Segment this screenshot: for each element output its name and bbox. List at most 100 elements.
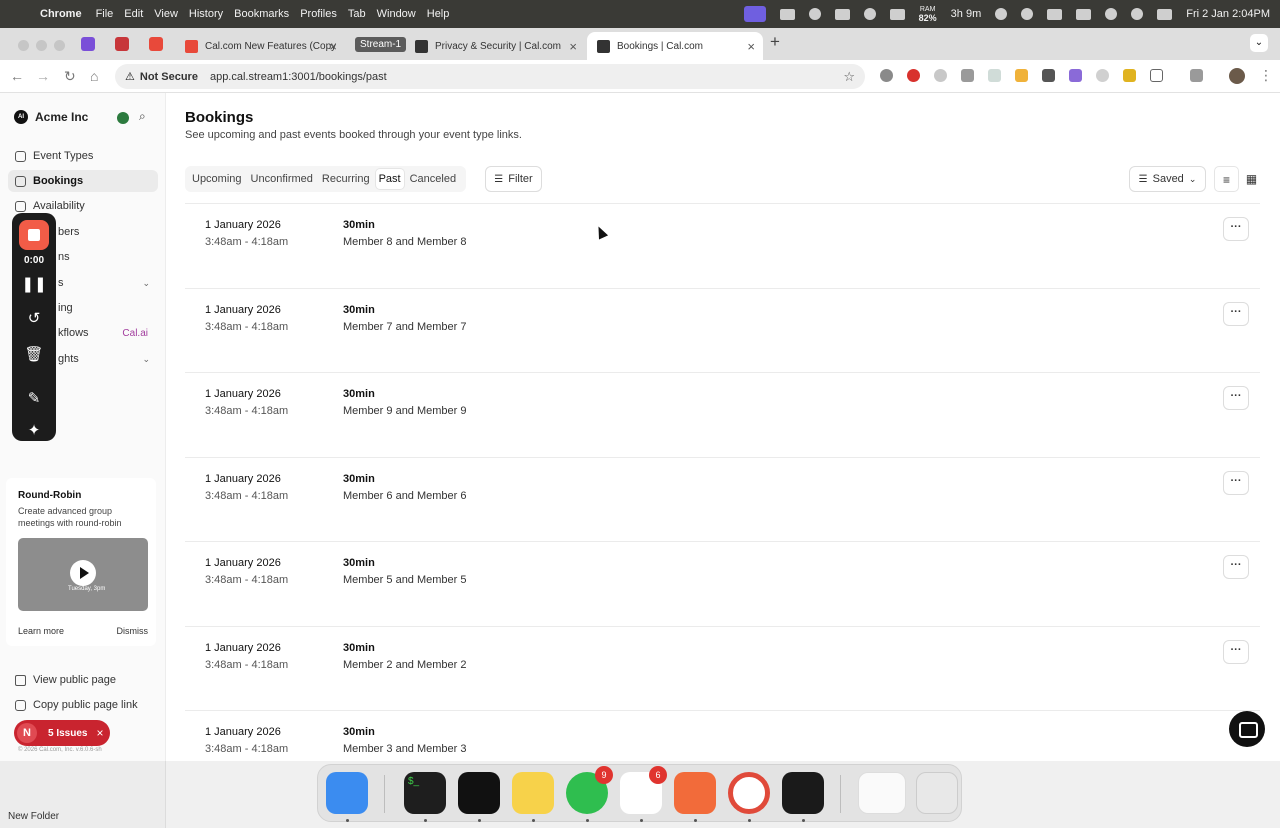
more-options-button[interactable]: ··· <box>1223 555 1249 579</box>
cursor-app-icon[interactable] <box>458 772 500 814</box>
restart-icon[interactable]: ↺ <box>12 309 56 327</box>
menu-bookmarks[interactable]: Bookmarks <box>234 8 300 20</box>
cloud-icon[interactable] <box>889 8 905 20</box>
booking-row[interactable]: 1 January 2026 3:48am - 4:18am 30min Mem… <box>185 203 1260 288</box>
extension-icon[interactable] <box>1069 69 1082 82</box>
effects-icon[interactable]: ✦ <box>12 421 56 439</box>
pinned-tab-3[interactable] <box>149 37 163 51</box>
menu-profiles[interactable]: Profiles <box>300 8 348 20</box>
sidebar-item-event-types[interactable]: Event Types <box>8 145 158 167</box>
support-chat-button[interactable] <box>1229 711 1265 747</box>
url-text[interactable]: app.cal.stream1:3001/bookings/past <box>210 71 387 83</box>
extension-icon[interactable] <box>1096 69 1109 82</box>
profile-avatar[interactable] <box>1229 68 1245 84</box>
wifi-icon[interactable] <box>1105 8 1118 20</box>
menu-view[interactable]: View <box>154 8 189 20</box>
promo-video-thumbnail[interactable]: Tuesday, 3pm <box>18 538 148 611</box>
tab-past[interactable]: Past <box>375 169 404 189</box>
search-icon[interactable]: ⌕ <box>139 109 146 124</box>
dismiss-button[interactable]: Dismiss <box>117 626 149 636</box>
extension-icon[interactable] <box>988 69 1001 82</box>
bookmark-star-icon[interactable]: ☆ <box>843 69 855 85</box>
filter-button[interactable]: ☰ Filter <box>485 166 542 192</box>
tab-recurring[interactable]: Recurring <box>319 169 373 189</box>
media-icon[interactable] <box>1190 69 1203 82</box>
home-icon[interactable]: ⌂ <box>90 68 98 84</box>
terminal-icon[interactable]: $_ <box>404 772 446 814</box>
menu-clock[interactable]: Fri 2 Jan 2:04PM <box>1186 8 1270 20</box>
view-public-page-link[interactable]: View public page <box>8 669 158 691</box>
trash-icon[interactable]: 🗑 <box>12 345 56 363</box>
new-tab-button[interactable]: + <box>770 32 780 52</box>
tab-canceled[interactable]: Canceled <box>407 169 459 189</box>
extension-icon[interactable] <box>934 69 947 82</box>
screen-share-icon[interactable] <box>743 6 766 22</box>
minimize-window-button[interactable] <box>36 40 47 51</box>
vector-icon[interactable] <box>995 8 1008 20</box>
chrome-menu-icon[interactable]: ⋮ <box>1259 67 1273 84</box>
tab-unconfirmed[interactable]: Unconfirmed <box>248 169 316 189</box>
menu-tab[interactable]: Tab <box>348 8 377 20</box>
reload-icon[interactable]: ↻ <box>64 68 76 85</box>
close-icon[interactable]: × <box>96 726 103 740</box>
issues-badge[interactable]: N 5 Issues × <box>14 720 110 746</box>
back-icon[interactable]: ← <box>10 68 24 84</box>
ram-indicator[interactable]: RAM 82% <box>919 6 937 23</box>
battery-icon[interactable] <box>1076 8 1092 20</box>
saved-filters-button[interactable]: ☰ Saved ⌄ <box>1129 166 1206 192</box>
notes-icon[interactable] <box>512 772 554 814</box>
trash-icon[interactable] <box>916 772 958 814</box>
forward-icon[interactable]: → <box>36 68 50 84</box>
pinned-tab-2[interactable] <box>115 37 129 51</box>
org-switcher[interactable]: AI Acme Inc <box>14 110 88 124</box>
camera-icon[interactable] <box>834 8 850 20</box>
play-status-icon[interactable] <box>1021 8 1034 20</box>
extension-icon[interactable] <box>961 69 974 82</box>
pen-icon[interactable]: ✎ <box>12 389 56 407</box>
more-options-button[interactable]: ··· <box>1223 301 1249 326</box>
new-folder-item[interactable]: New Folder <box>8 811 59 822</box>
menu-window[interactable]: Window <box>377 8 427 20</box>
extension-icon[interactable] <box>1042 69 1055 82</box>
whatsapp-icon[interactable]: 9 <box>566 766 613 814</box>
address-bar[interactable]: ⚠ Not Secure app.cal.stream1:3001/bookin… <box>115 64 865 89</box>
spotlight-icon[interactable] <box>1131 8 1144 20</box>
booking-row[interactable]: 1 January 2026 3:48am - 4:18am 30min Mem… <box>185 456 1260 542</box>
more-options-button[interactable]: ··· <box>1223 639 1249 664</box>
extension-icon[interactable] <box>1123 69 1136 82</box>
menu-history[interactable]: History <box>189 8 234 20</box>
control-center-icon[interactable] <box>1157 8 1173 20</box>
menu-app-name[interactable]: Chrome <box>40 8 96 20</box>
close-tab-icon[interactable]: × <box>569 39 577 54</box>
tab-group-stream[interactable]: Stream-1 <box>355 37 407 52</box>
tab-cal-new-features[interactable]: Cal.com New Features (Copy × <box>175 32 345 60</box>
tab-search-button[interactable]: ⌄ <box>1250 34 1268 52</box>
pinned-tab-1[interactable] <box>81 37 95 51</box>
menu-file[interactable]: File <box>96 8 125 20</box>
close-tab-icon[interactable]: × <box>329 39 337 54</box>
grid-status-icon[interactable] <box>779 8 795 20</box>
security-label[interactable]: Not Secure <box>140 71 198 83</box>
more-options-button[interactable]: ··· <box>1223 217 1249 241</box>
battery-time[interactable]: 3h 9m <box>951 8 982 20</box>
tab-privacy-security[interactable]: Privacy & Security | Cal.com × <box>405 32 585 60</box>
postman-icon[interactable] <box>674 772 716 814</box>
slack-icon[interactable]: 6 <box>620 766 667 814</box>
vpn-icon[interactable] <box>808 8 821 20</box>
booking-row[interactable]: 1 January 2026 3:48am - 4:18am 30min Mem… <box>185 372 1260 457</box>
close-window-button[interactable] <box>18 40 29 51</box>
menu-help[interactable]: Help <box>427 8 461 20</box>
warning-icon[interactable]: ⚠ <box>125 70 135 83</box>
keyboard-icon[interactable] <box>1047 8 1063 20</box>
sidebar-item-bookings[interactable]: Bookings <box>8 170 158 192</box>
booking-row[interactable]: 1 January 2026 3:48am - 4:18am 30min Mem… <box>185 287 1260 373</box>
chrome-icon[interactable] <box>728 772 770 814</box>
menu-edit[interactable]: Edit <box>124 8 154 20</box>
extensions-puzzle-icon[interactable] <box>1150 69 1163 82</box>
list-view-icon[interactable]: ≡ <box>1214 166 1239 192</box>
extension-icon[interactable] <box>907 69 920 82</box>
more-options-button[interactable]: ··· <box>1223 386 1249 410</box>
pause-icon[interactable]: ❚❚ <box>12 275 56 293</box>
tab-bookings[interactable]: Bookings | Cal.com × <box>587 32 763 60</box>
learn-more-link[interactable]: Learn more <box>18 626 64 636</box>
